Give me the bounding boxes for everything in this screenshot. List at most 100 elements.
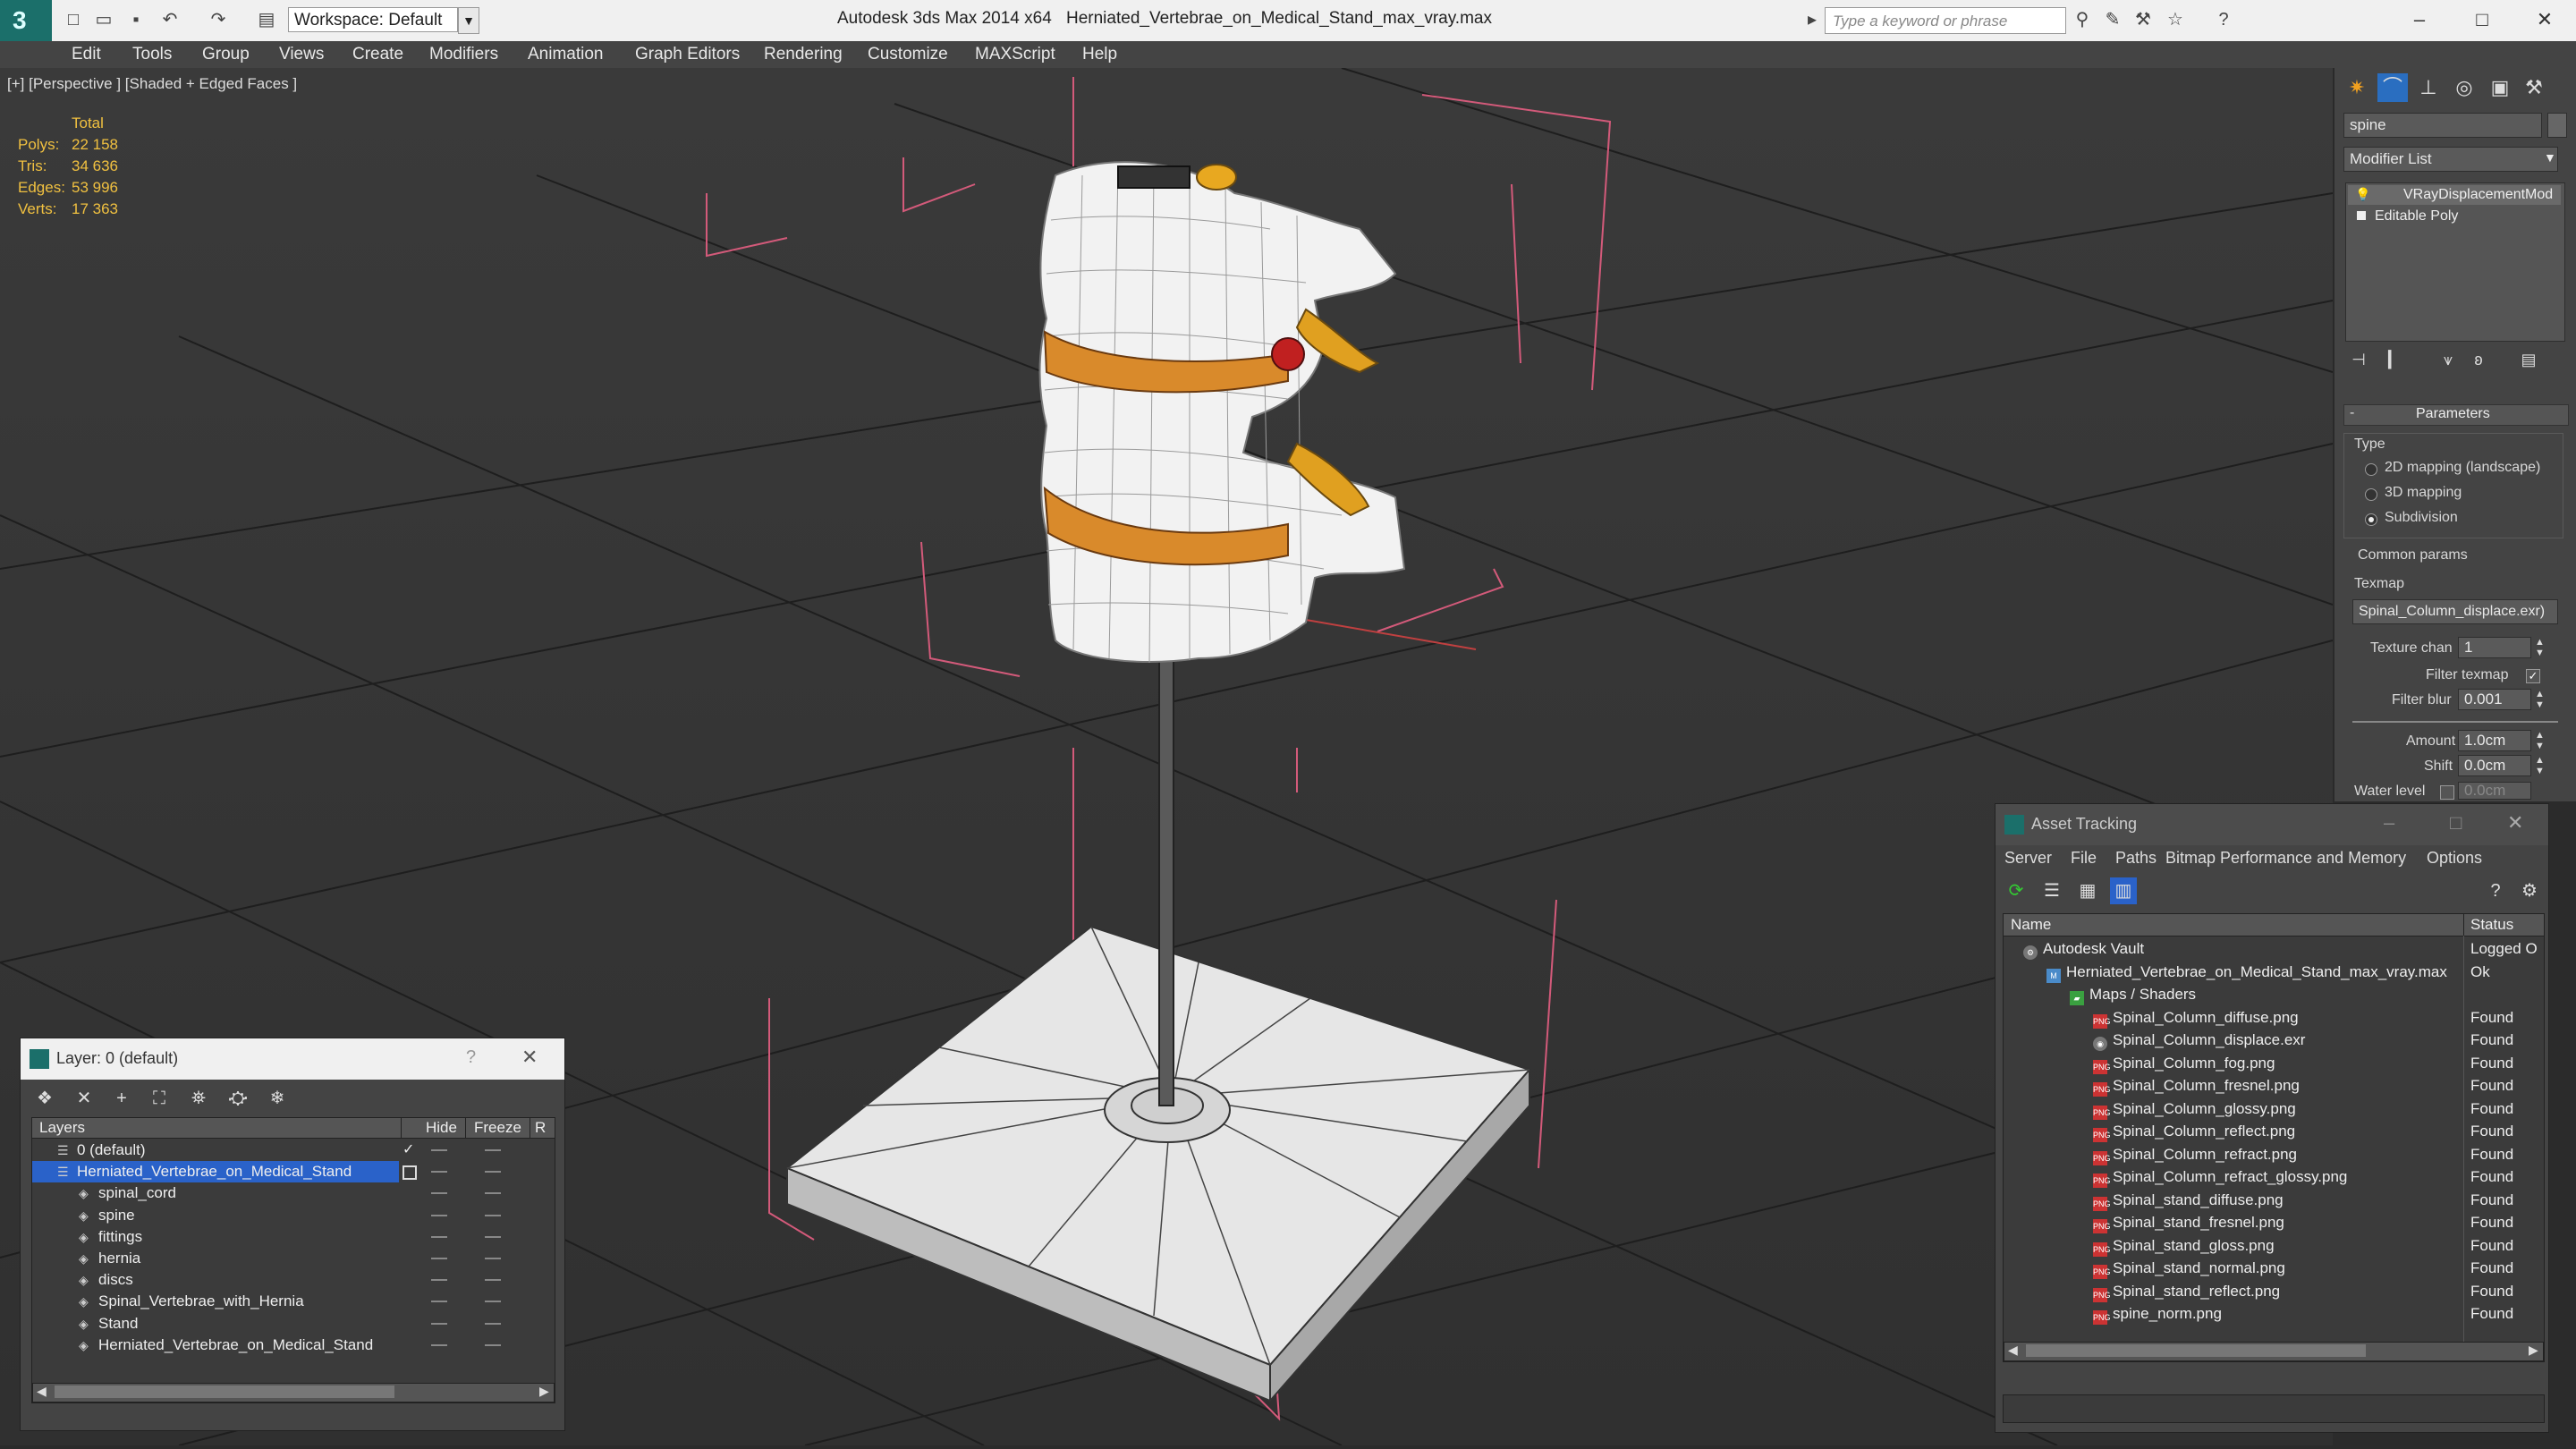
filter-texmap-checkbox[interactable]: ✓ [2526, 669, 2540, 683]
hide-toggle[interactable] [431, 1279, 447, 1282]
column-name-header[interactable]: Name [2011, 916, 2051, 934]
search-expand-icon[interactable]: ▸ [1801, 9, 1823, 30]
freeze-toggle[interactable] [485, 1235, 501, 1238]
filter-blur-spinner[interactable]: 0.001 [2458, 689, 2531, 710]
water-level-spinner[interactable]: 0.0cm [2458, 782, 2531, 800]
current-layer-check-icon[interactable]: ✓ [402, 1140, 414, 1161]
menu-rendering[interactable]: Rendering [764, 45, 843, 64]
object-name-field[interactable]: spine [2343, 113, 2542, 138]
asset-menu-bitmap-performance[interactable]: Bitmap Performance and Memory [2165, 849, 2406, 868]
close-icon[interactable]: ✕ [2522, 4, 2567, 36]
table-view-icon[interactable]: ▥ [2110, 877, 2137, 904]
layer-row[interactable]: ◈ hernia [32, 1248, 555, 1269]
hide-toggle[interactable] [431, 1171, 447, 1174]
water-level-checkbox[interactable] [2440, 785, 2454, 800]
layer-row[interactable]: ◈ spinal_cord [32, 1182, 555, 1204]
help-icon[interactable]: ? [2213, 9, 2234, 30]
binoculars-icon[interactable]: ⚲ [2072, 9, 2093, 30]
asset-row[interactable]: ▰ Maps / Shaders [2004, 983, 2544, 1005]
freeze-toggle[interactable] [485, 1192, 501, 1195]
utilities-tab-icon[interactable]: ⚒ [2519, 73, 2549, 102]
freeze-toggle[interactable] [485, 1322, 501, 1325]
help-icon[interactable]: ? [2482, 877, 2509, 904]
asset-row[interactable]: PNG Spinal_Column_glossy.png Found [2004, 1097, 2544, 1120]
scroll-left-icon[interactable]: ◀ [2008, 1343, 2018, 1358]
hide-toggle[interactable] [431, 1235, 447, 1238]
radio-2d-mapping[interactable] [2365, 463, 2377, 476]
asset-menu-server[interactable]: Server [2004, 849, 2052, 868]
menu-customize[interactable]: Customize [868, 45, 948, 64]
asset-row[interactable]: PNG Spinal_Column_fresnel.png Found [2004, 1074, 2544, 1097]
scroll-right-icon[interactable]: ▶ [539, 1384, 549, 1399]
column-layers-header[interactable]: Layers [39, 1119, 85, 1137]
modify-tab-icon[interactable]: ⌒ [2377, 73, 2408, 102]
favorites-star-icon[interactable]: ☆ [2165, 9, 2186, 30]
asset-menu-options[interactable]: Options [2427, 849, 2482, 868]
asset-menu-paths[interactable]: Paths [2115, 849, 2157, 868]
hide-all-layers-icon[interactable]: ⛮ [225, 1085, 251, 1112]
undo-icon[interactable]: ↶ [159, 9, 181, 30]
maximize-icon[interactable]: □ [2450, 811, 2462, 835]
asset-row[interactable]: PNG Spinal_Column_diffuse.png Found [2004, 1006, 2544, 1029]
column-freeze-header[interactable]: Freeze [474, 1119, 521, 1137]
hide-toggle[interactable] [431, 1214, 447, 1216]
spinner-arrows-icon[interactable]: ▲ ▼ [2535, 689, 2545, 710]
hide-toggle[interactable] [431, 1343, 447, 1346]
asset-row[interactable]: PNG Spinal_stand_gloss.png Found [2004, 1234, 2544, 1257]
layer-row[interactable]: ◈ fittings [32, 1226, 555, 1248]
horizontal-scrollbar[interactable]: ◀ ▶ [2004, 1342, 2544, 1361]
chevron-down-icon[interactable]: ▼ [458, 7, 479, 34]
expand-icon[interactable] [2357, 211, 2366, 220]
maximize-icon[interactable]: □ [2460, 4, 2504, 36]
viewport-label[interactable]: [+] [Perspective ] [Shaded + Edged Faces… [7, 75, 297, 93]
scrollbar-thumb[interactable] [2026, 1344, 2366, 1357]
asset-row[interactable]: ◉ Spinal_Column_displace.exr Found [2004, 1029, 2544, 1051]
list-view-icon[interactable]: ☰ [2038, 877, 2065, 904]
new-file-icon[interactable]: □ [63, 9, 84, 30]
layer-row[interactable]: ◈ Stand [32, 1313, 555, 1335]
minimize-icon[interactable]: – [2384, 811, 2394, 835]
display-tab-icon[interactable]: ▣ [2485, 73, 2515, 102]
scroll-right-icon[interactable]: ▶ [2529, 1343, 2538, 1358]
texture-chan-spinner[interactable]: 1 [2458, 637, 2531, 658]
asset-row[interactable]: PNG spine_norm.png Found [2004, 1302, 2544, 1325]
search-input[interactable]: Type a keyword or phrase [1825, 7, 2066, 34]
menu-maxscript[interactable]: MAXScript [975, 45, 1055, 64]
parameters-rollout-header[interactable]: - Parameters [2343, 404, 2569, 426]
pin-stack-icon[interactable]: ⊣ [2343, 345, 2374, 374]
radio-subdivision[interactable] [2365, 513, 2377, 526]
asset-row[interactable]: PNG Spinal_stand_reflect.png Found [2004, 1280, 2544, 1302]
freeze-toggle[interactable] [485, 1301, 501, 1303]
chevron-down-icon[interactable]: ▼ [2544, 150, 2556, 165]
remove-modifier-icon[interactable]: ʚ [2463, 345, 2494, 374]
workspace-dropdown[interactable]: Workspace: Default [288, 7, 458, 32]
asset-row[interactable]: PNG Spinal_Column_refract.png Found [2004, 1143, 2544, 1165]
menu-tools[interactable]: Tools [132, 45, 172, 64]
hide-toggle[interactable] [431, 1301, 447, 1303]
app-logo-icon[interactable]: 3 [0, 0, 52, 41]
scroll-left-icon[interactable]: ◀ [37, 1384, 47, 1399]
hide-toggle[interactable] [431, 1149, 447, 1151]
spinner-arrows-icon[interactable]: ▲ ▼ [2535, 755, 2545, 776]
stack-item-vray-displacement[interactable]: 💡 VRayDisplacementMod [2348, 185, 2561, 205]
texmap-button[interactable]: Spinal_Column_displace.exr) [2352, 599, 2558, 624]
column-hide-header[interactable]: Hide [426, 1119, 457, 1137]
shift-spinner[interactable]: 0.0cm [2458, 755, 2531, 776]
redo-icon[interactable]: ↷ [208, 9, 229, 30]
menu-help[interactable]: Help [1082, 45, 1117, 64]
amount-spinner[interactable]: 1.0cm [2458, 730, 2531, 751]
motion-tab-icon[interactable]: ◎ [2449, 73, 2479, 102]
freeze-toggle[interactable] [485, 1343, 501, 1346]
spinner-arrows-icon[interactable]: ▲ ▼ [2535, 637, 2545, 658]
layer-row[interactable]: ◈ spine [32, 1205, 555, 1226]
menu-create[interactable]: Create [352, 45, 403, 64]
minimize-icon[interactable]: – [2397, 4, 2442, 36]
asset-path-field[interactable] [2003, 1394, 2545, 1423]
add-to-layer-icon[interactable]: + [108, 1085, 135, 1112]
layer-row[interactable]: ◈ Herniated_Vertebrae_on_Medical_Stand [32, 1335, 555, 1356]
column-render-header[interactable]: R [535, 1119, 546, 1137]
freeze-toggle[interactable] [485, 1258, 501, 1259]
hide-toggle[interactable] [431, 1258, 447, 1259]
radio-3d-mapping[interactable] [2365, 488, 2377, 501]
menu-graph-editors[interactable]: Graph Editors [635, 45, 740, 64]
